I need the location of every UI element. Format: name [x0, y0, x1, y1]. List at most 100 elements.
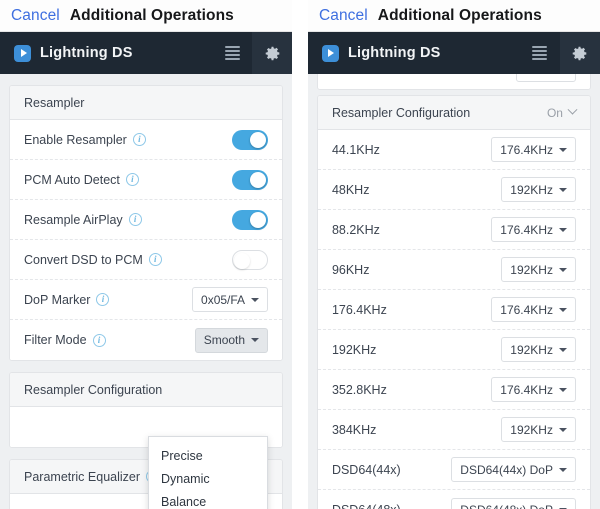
rate-value: 192KHz [510, 422, 553, 437]
caret-down-icon [251, 297, 260, 302]
resampler-configuration-value: On [546, 105, 563, 120]
caret-down-icon [558, 347, 567, 352]
filter-mode-dropdown-menu[interactable]: Precise Dynamic Balance Smooth [148, 436, 268, 509]
rate-row-88-2khz[interactable]: 88.2KHz 176.4KHz [317, 210, 590, 250]
page-title: Additional Operations [377, 6, 542, 24]
rate-label: 176.4KHz [331, 302, 387, 317]
left-scroll-area[interactable]: Resampler Enable Resampler i PCM Auto De… [0, 74, 293, 509]
resample-airplay-toggle[interactable] [232, 209, 269, 230]
menu-button[interactable] [520, 32, 560, 74]
rate-row-96khz[interactable]: 96KHz 192KHz [317, 250, 590, 290]
resampler-configuration-header[interactable]: Resampler Configuration [10, 373, 283, 407]
rate-row-44-1khz[interactable]: 44.1KHz 176.4KHz [317, 130, 590, 170]
rate-select-dsd64-48x[interactable]: DSD64(48x) DoP [451, 497, 576, 509]
caret-down-icon [558, 427, 567, 432]
rate-row-176-4khz[interactable]: 176.4KHz 176.4KHz [317, 290, 590, 330]
row-enable-resampler[interactable]: Enable Resampler i [10, 120, 283, 160]
resampler-configuration-label: Resampler Configuration [24, 382, 163, 397]
rate-row-48khz[interactable]: 48KHz 192KHz [317, 170, 590, 210]
caret-down-icon [558, 467, 567, 472]
rate-select-44-1khz[interactable]: 176.4KHz [491, 137, 576, 162]
dop-marker-value: 0x05/FA [201, 292, 246, 307]
settings-button[interactable] [559, 32, 600, 74]
caret-down-icon [558, 227, 567, 232]
resampler-configuration-title: Resampler Configuration [331, 105, 471, 120]
info-icon[interactable]: i [148, 253, 162, 266]
menu-item-dynamic[interactable]: Dynamic [149, 467, 267, 490]
dop-marker-select[interactable]: 0x05/FA [192, 287, 269, 312]
cancel-button[interactable]: Cancel [11, 7, 60, 25]
rate-label: DSD64(44x) [331, 462, 401, 477]
menu-item-precise[interactable]: Precise [149, 444, 267, 467]
caret-down-icon [558, 147, 567, 152]
info-icon[interactable]: i [132, 133, 146, 146]
rate-select-88-2khz[interactable]: 176.4KHz [491, 217, 576, 242]
row-dop-marker[interactable]: DoP Marker i 0x05/FA [10, 280, 283, 320]
rate-value: 176.4KHz [500, 222, 553, 237]
info-icon[interactable]: i [128, 213, 142, 226]
rate-row-384khz[interactable]: 384KHz 192KHz [317, 410, 590, 450]
resample-airplay-label: Resample AirPlay [24, 212, 123, 227]
settings-button[interactable] [252, 32, 293, 74]
row-label: DoP Marker i [24, 292, 110, 307]
rate-select-384khz[interactable]: 192KHz [501, 417, 576, 442]
row-pcm-auto-detect[interactable]: PCM Auto Detect i [10, 160, 283, 200]
rate-row-192khz[interactable]: 192KHz 192KHz [317, 330, 590, 370]
row-label: Resample AirPlay i [24, 213, 142, 227]
right-scroll-area[interactable]: Resampler Configuration On 44.1KHz 176.4… [307, 74, 600, 509]
rate-select-352-8khz[interactable]: 176.4KHz [491, 377, 576, 402]
rate-row-352-8khz[interactable]: 352.8KHz 176.4KHz [317, 370, 590, 410]
convert-dsd-to-pcm-toggle[interactable] [232, 249, 269, 270]
rate-label: 44.1KHz [331, 142, 380, 157]
app-name: Lightning DS [347, 45, 441, 61]
partial-select[interactable] [515, 74, 576, 82]
row-label: Filter Mode i [24, 333, 106, 347]
rate-row-dsd64-48x[interactable]: DSD64(48x) DSD64(48x) DoP [317, 490, 590, 509]
row-filter-mode[interactable]: Filter Mode i Smooth [10, 320, 283, 360]
info-icon[interactable]: i [92, 333, 106, 347]
row-resample-airplay[interactable]: Resample AirPlay i [10, 200, 283, 240]
row-convert-dsd-to-pcm[interactable]: Convert DSD to PCM i [10, 240, 283, 280]
cancel-button[interactable]: Cancel [319, 7, 368, 25]
chevron-down-icon [567, 104, 578, 115]
hamburger-icon [224, 46, 240, 60]
menu-button[interactable] [212, 32, 252, 74]
left-panel: Cancel Additional Operations Lightning D… [0, 0, 293, 509]
app-name: Lightning DS [40, 45, 133, 61]
pcm-auto-detect-toggle[interactable] [232, 169, 269, 190]
dual-panel-screenshot: Cancel Additional Operations Lightning D… [0, 0, 600, 509]
rate-row-dsd64-44x[interactable]: DSD64(44x) DSD64(44x) DoP [317, 450, 590, 490]
row-label: Convert DSD to PCM i [24, 253, 162, 267]
resampler-configuration-header[interactable]: Resampler Configuration On [317, 96, 590, 130]
rate-value: 192KHz [510, 182, 553, 197]
rate-select-48khz[interactable]: 192KHz [501, 177, 576, 202]
menu-item-balance[interactable]: Balance [149, 490, 267, 509]
app-toolbar: Lightning DS [0, 32, 293, 74]
gear-icon [573, 46, 587, 60]
rate-select-dsd64-44x[interactable]: DSD64(44x) DoP [451, 457, 576, 482]
rate-select-192khz[interactable]: 192KHz [501, 337, 576, 362]
enable-resampler-toggle[interactable] [232, 129, 269, 150]
app-brand: Lightning DS [0, 44, 212, 62]
caret-down-icon [558, 267, 567, 272]
info-icon[interactable]: i [96, 293, 110, 306]
caret-down-icon [558, 187, 567, 192]
resampler-card-title: Resampler [24, 95, 85, 110]
dop-marker-label: DoP Marker [24, 292, 91, 307]
convert-dsd-to-pcm-label: Convert DSD to PCM [24, 252, 143, 267]
rate-select-96khz[interactable]: 192KHz [501, 257, 576, 282]
resampler-configuration-card: Resampler Configuration On 44.1KHz 176.4… [316, 95, 591, 509]
rate-label: 96KHz [331, 262, 370, 277]
lightning-ds-logo-icon [321, 44, 339, 62]
right-panel: Cancel Additional Operations Lightning D… [307, 0, 600, 509]
filter-mode-select[interactable]: Smooth [194, 327, 269, 353]
row-label: Enable Resampler i [24, 133, 146, 147]
enable-resampler-label: Enable Resampler [24, 132, 127, 147]
rate-label: 384KHz [331, 422, 377, 437]
info-icon[interactable]: i [125, 173, 139, 186]
partial-row[interactable] [317, 74, 590, 89]
resampler-configuration-state[interactable]: On [546, 104, 578, 120]
rate-select-176-4khz[interactable]: 176.4KHz [491, 297, 576, 322]
rate-value: DSD64(44x) DoP [460, 462, 553, 477]
app-toolbar: Lightning DS [307, 32, 600, 74]
